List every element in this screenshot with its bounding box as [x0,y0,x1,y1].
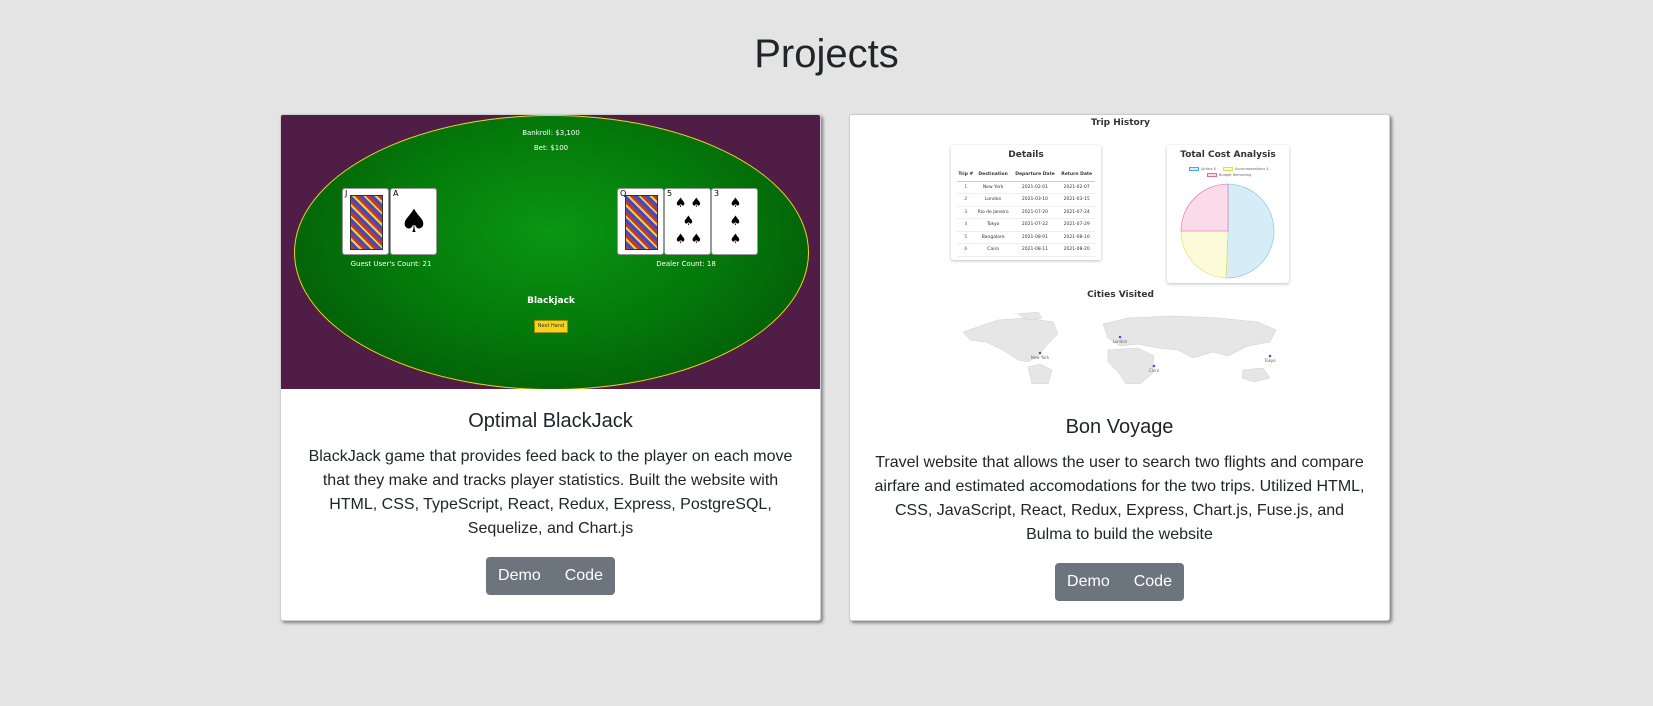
pie-slice-airfare [1225,183,1275,279]
dealer-card: 3 ♠ ♠ ♠ [711,188,758,255]
dealer-card: Q [617,188,664,255]
cities-visited-heading: Cities Visited [1087,290,1154,300]
cost-title: Total Cost Analysis [1180,150,1276,160]
project-description: BlackJack game that provides feed back t… [308,448,793,537]
pie-slice-budget [1180,183,1229,232]
cities-map: New York London Cairo Tokyo [962,312,1277,384]
blackjack-screenshot: Bankroll: $3,100 Bet: $100 J A ♠ Guest U… [281,115,820,389]
project-card-blackjack: Bankroll: $3,100 Bet: $100 J A ♠ Guest U… [280,114,821,621]
cost-pie-chart [1180,183,1275,279]
bet-text: Bet: $100 [533,144,569,152]
trip-table: Trip # Destination Departure Date Return… [957,169,1095,257]
table-row: 4 Tokyo 2021-07-22 2021-07-29 [957,218,1095,232]
svg-text:New York: New York [1031,355,1050,360]
table-row: 5 Bangalore 2021-08-01 2021-08-10 [957,231,1095,244]
table-row: 2 London 2021-03-10 2021-03-15 [957,193,1095,207]
project-title: Optimal BlackJack [468,410,633,432]
svg-text:Tokyo: Tokyo [1263,358,1276,363]
table-row: 3 Rio de Janeiro 2021-07-20 2021-07-24 [957,206,1095,219]
map-marker [1268,354,1272,358]
legend-budget: Budget Remaining [1207,173,1251,177]
blackjack-game-title: Blackjack [527,296,575,306]
svg-text:Cairo: Cairo [1149,368,1160,373]
dealer-count-text: Dealer Count: 18 [656,260,716,268]
project-card-bon-voyage: Trip History Details Trip # Destination … [849,114,1390,621]
player-count-text: Guest User's Count: 21 [350,260,432,268]
map-marker [1038,351,1042,355]
code-button[interactable]: Code [553,557,615,595]
table-row: 6 Cairo 2021-08-11 2021-08-20 [957,243,1095,257]
project-description: Travel website that allows the user to s… [874,454,1365,543]
details-panel: Details Trip # Destination Departure Dat… [951,145,1101,260]
details-title: Details [1008,150,1044,160]
pie-slice-accommodations [1180,230,1229,279]
bon-voyage-screenshot: Trip History Details Trip # Destination … [850,115,1389,395]
player-card: A ♠ [390,188,437,255]
project-title: Bon Voyage [1065,416,1174,438]
next-hand-button: Next Hand [534,320,568,333]
player-card: J [342,188,389,255]
page-title: Projects [754,32,899,76]
code-button[interactable]: Code [1122,563,1184,601]
table-row: 1 New York 2021-02-01 2021-02-07 [957,181,1095,194]
bankroll-text: Bankroll: $3,100 [522,129,580,137]
map-marker [1152,364,1156,368]
legend-airfare: Airfare $ [1189,167,1216,171]
project-actions: Demo Code [850,563,1389,601]
project-actions: Demo Code [281,557,820,595]
legend-accommodations: Accommodations $ [1223,167,1269,171]
trip-history-heading: Trip History [1090,118,1150,128]
dealer-card: 5 ♠ ♠ ♠ ♠ ♠ [664,188,711,255]
demo-button[interactable]: Demo [1055,563,1122,601]
svg-text:London: London [1113,339,1128,344]
map-marker [1118,335,1122,339]
cost-panel: Total Cost Analysis Airfare $ Accommodat… [1167,145,1289,283]
demo-button[interactable]: Demo [486,557,553,595]
